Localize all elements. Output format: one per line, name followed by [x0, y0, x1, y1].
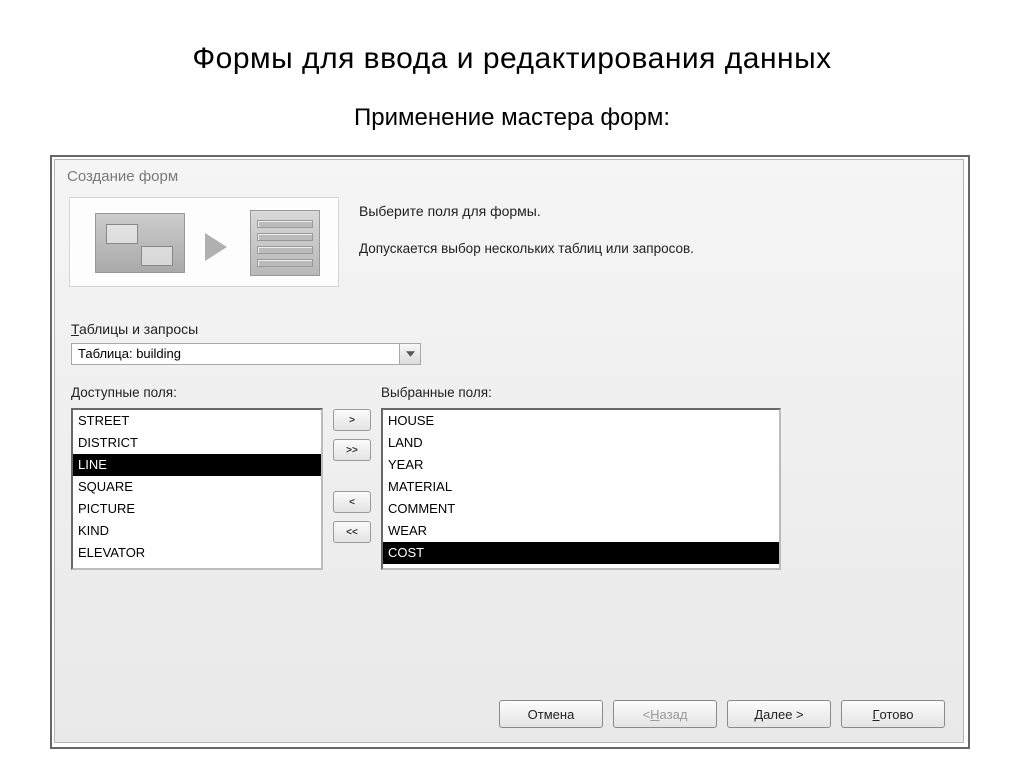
- wizard-nav-buttons: Отмена < Назад Далее > Готово: [499, 700, 945, 728]
- instruction-line-2: Допускается выбор нескольких таблиц или …: [359, 241, 694, 256]
- page-subtitle: Применение мастера форм:: [0, 76, 1024, 132]
- list-item[interactable]: LAND: [383, 432, 779, 454]
- available-fields-listbox[interactable]: STREETDISTRICTLINESQUAREPICTUREKINDELEVA…: [71, 408, 323, 570]
- dialog-title: Создание форм: [55, 160, 963, 191]
- selected-column: Выбранные поля: HOUSELANDYEARMATERIALCOM…: [381, 373, 781, 570]
- add-all-fields-button[interactable]: >>: [333, 439, 371, 461]
- chevron-down-icon: [406, 351, 415, 357]
- dialog-header: Выберите поля для формы. Допускается выб…: [55, 191, 963, 287]
- dialog-body: Таблицы и запросы Таблица: building Дост…: [55, 287, 963, 570]
- next-button[interactable]: Далее >: [727, 700, 831, 728]
- selected-fields-listbox[interactable]: HOUSELANDYEARMATERIALCOMMENTWEARCOST: [381, 408, 781, 570]
- list-item[interactable]: HOUSE: [383, 410, 779, 432]
- list-item[interactable]: WEAR: [383, 520, 779, 542]
- finish-button[interactable]: Готово: [841, 700, 945, 728]
- tables-combobox-value[interactable]: Таблица: building: [71, 343, 399, 365]
- list-item[interactable]: COMMENT: [383, 498, 779, 520]
- transfer-buttons: > >> < <<: [323, 373, 381, 543]
- wizard-illustration: [69, 197, 339, 287]
- tables-queries-label: Таблицы и запросы: [71, 321, 947, 337]
- form-wizard-dialog: Создание форм Выберите поля для формы. Д…: [54, 159, 964, 743]
- combobox-dropdown-button[interactable]: [399, 343, 421, 365]
- list-item[interactable]: DISTRICT: [73, 432, 321, 454]
- back-button: < Назад: [613, 700, 717, 728]
- dialog-instructions: Выберите поля для формы. Допускается выб…: [359, 197, 694, 256]
- list-item[interactable]: MATERIAL: [383, 476, 779, 498]
- list-item[interactable]: YEAR: [383, 454, 779, 476]
- available-fields-label: Доступные поля:: [71, 385, 323, 400]
- cancel-button[interactable]: Отмена: [499, 700, 603, 728]
- instruction-line-1: Выберите поля для формы.: [359, 203, 694, 219]
- list-item[interactable]: KIND: [73, 520, 321, 542]
- page-title: Формы для ввода и редактирования данных: [0, 0, 1024, 76]
- remove-field-button[interactable]: <: [333, 491, 371, 513]
- list-item[interactable]: COST: [383, 542, 779, 564]
- field-picker-row: Доступные поля: STREETDISTRICTLINESQUARE…: [71, 373, 947, 570]
- list-item[interactable]: STREET: [73, 410, 321, 432]
- remove-all-fields-button[interactable]: <<: [333, 521, 371, 543]
- list-item[interactable]: PICTURE: [73, 498, 321, 520]
- list-item[interactable]: SQUARE: [73, 476, 321, 498]
- add-field-button[interactable]: >: [333, 409, 371, 431]
- screenshot-frame: Создание форм Выберите поля для формы. Д…: [50, 155, 970, 749]
- tables-combobox[interactable]: Таблица: building: [71, 343, 421, 365]
- list-item[interactable]: LINE: [73, 454, 321, 476]
- selected-fields-label: Выбранные поля:: [381, 385, 781, 400]
- available-column: Доступные поля: STREETDISTRICTLINESQUARE…: [71, 373, 323, 570]
- list-item[interactable]: ELEVATOR: [73, 542, 321, 564]
